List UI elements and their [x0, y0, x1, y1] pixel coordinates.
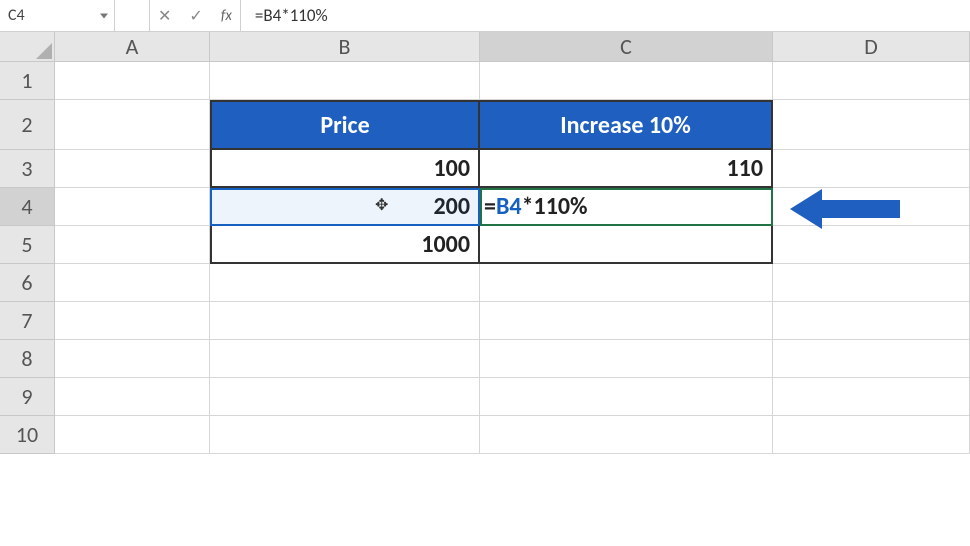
- col-header-a[interactable]: A: [55, 32, 210, 62]
- select-all-corner[interactable]: [0, 32, 55, 62]
- cell-d9[interactable]: [773, 378, 970, 416]
- row-2: 2: [0, 100, 970, 150]
- formula-bar-buttons: ✕ ✓ fx: [150, 0, 241, 31]
- row-3: 3: [0, 150, 970, 188]
- formula-input[interactable]: =B4*110%: [241, 5, 970, 26]
- row-header-9[interactable]: 9: [0, 378, 55, 416]
- col-header-b[interactable]: B: [210, 32, 480, 62]
- cell-c5[interactable]: [480, 226, 773, 264]
- cell-d8[interactable]: [773, 340, 970, 378]
- cell-d3[interactable]: [773, 150, 970, 188]
- cell-a4[interactable]: [55, 188, 210, 226]
- cell-d1[interactable]: [773, 62, 970, 100]
- col-header-c[interactable]: C: [480, 32, 773, 62]
- row-header-2[interactable]: 2: [0, 100, 55, 150]
- row-header-5[interactable]: 5: [0, 226, 55, 264]
- cell-c1[interactable]: [480, 62, 773, 100]
- rows-container: 1 2 3 4 5: [0, 62, 970, 454]
- cell-a6[interactable]: [55, 264, 210, 302]
- row-header-10[interactable]: 10: [0, 416, 55, 454]
- cell-b1[interactable]: [210, 62, 480, 100]
- cell-b4[interactable]: [210, 188, 480, 226]
- row-10: 10: [0, 416, 970, 454]
- cell-b3[interactable]: [210, 150, 480, 188]
- row-header-3[interactable]: 3: [0, 150, 55, 188]
- cell-c4[interactable]: [480, 188, 773, 226]
- cell-b10[interactable]: [210, 416, 480, 454]
- cell-c6[interactable]: [480, 264, 773, 302]
- cell-c8[interactable]: [480, 340, 773, 378]
- cell-d5[interactable]: [773, 226, 970, 264]
- cell-c10[interactable]: [480, 416, 773, 454]
- row-header-4[interactable]: 4: [0, 188, 55, 226]
- cell-d4[interactable]: [773, 188, 970, 226]
- name-box[interactable]: C4: [0, 0, 115, 31]
- name-box-dropdown-icon[interactable]: [100, 13, 108, 18]
- cell-b2[interactable]: [210, 100, 480, 150]
- row-header-6[interactable]: 6: [0, 264, 55, 302]
- row-4: 4: [0, 188, 970, 226]
- row-9: 9: [0, 378, 970, 416]
- row-8: 8: [0, 340, 970, 378]
- row-7: 7: [0, 302, 970, 340]
- cell-a5[interactable]: [55, 226, 210, 264]
- cell-a3[interactable]: [55, 150, 210, 188]
- formula-bar-spacer: [115, 0, 150, 31]
- cell-a10[interactable]: [55, 416, 210, 454]
- spreadsheet-grid: A B C D 1 2 3 4: [0, 32, 970, 454]
- cell-b6[interactable]: [210, 264, 480, 302]
- cell-c2[interactable]: [480, 100, 773, 150]
- cell-a7[interactable]: [55, 302, 210, 340]
- row-1: 1: [0, 62, 970, 100]
- row-5: 5: [0, 226, 970, 264]
- cell-a1[interactable]: [55, 62, 210, 100]
- cell-b8[interactable]: [210, 340, 480, 378]
- cell-d2[interactable]: [773, 100, 970, 150]
- cell-a9[interactable]: [55, 378, 210, 416]
- column-headers: A B C D: [0, 32, 970, 62]
- cell-d7[interactable]: [773, 302, 970, 340]
- cell-b5[interactable]: [210, 226, 480, 264]
- formula-input-text: =B4*110%: [255, 5, 328, 26]
- col-header-d[interactable]: D: [773, 32, 970, 62]
- row-header-1[interactable]: 1: [0, 62, 55, 100]
- cell-c3[interactable]: [480, 150, 773, 188]
- row-6: 6: [0, 264, 970, 302]
- row-header-7[interactable]: 7: [0, 302, 55, 340]
- cell-d10[interactable]: [773, 416, 970, 454]
- cell-c7[interactable]: [480, 302, 773, 340]
- fx-icon[interactable]: fx: [221, 7, 232, 25]
- confirm-icon[interactable]: ✓: [189, 6, 202, 26]
- cancel-icon[interactable]: ✕: [158, 6, 171, 26]
- cell-d6[interactable]: [773, 264, 970, 302]
- cell-b7[interactable]: [210, 302, 480, 340]
- cell-b9[interactable]: [210, 378, 480, 416]
- formula-bar: C4 ✕ ✓ fx =B4*110%: [0, 0, 970, 32]
- name-box-value: C4: [8, 6, 25, 25]
- cell-c9[interactable]: [480, 378, 773, 416]
- cell-a8[interactable]: [55, 340, 210, 378]
- row-header-8[interactable]: 8: [0, 340, 55, 378]
- cell-a2[interactable]: [55, 100, 210, 150]
